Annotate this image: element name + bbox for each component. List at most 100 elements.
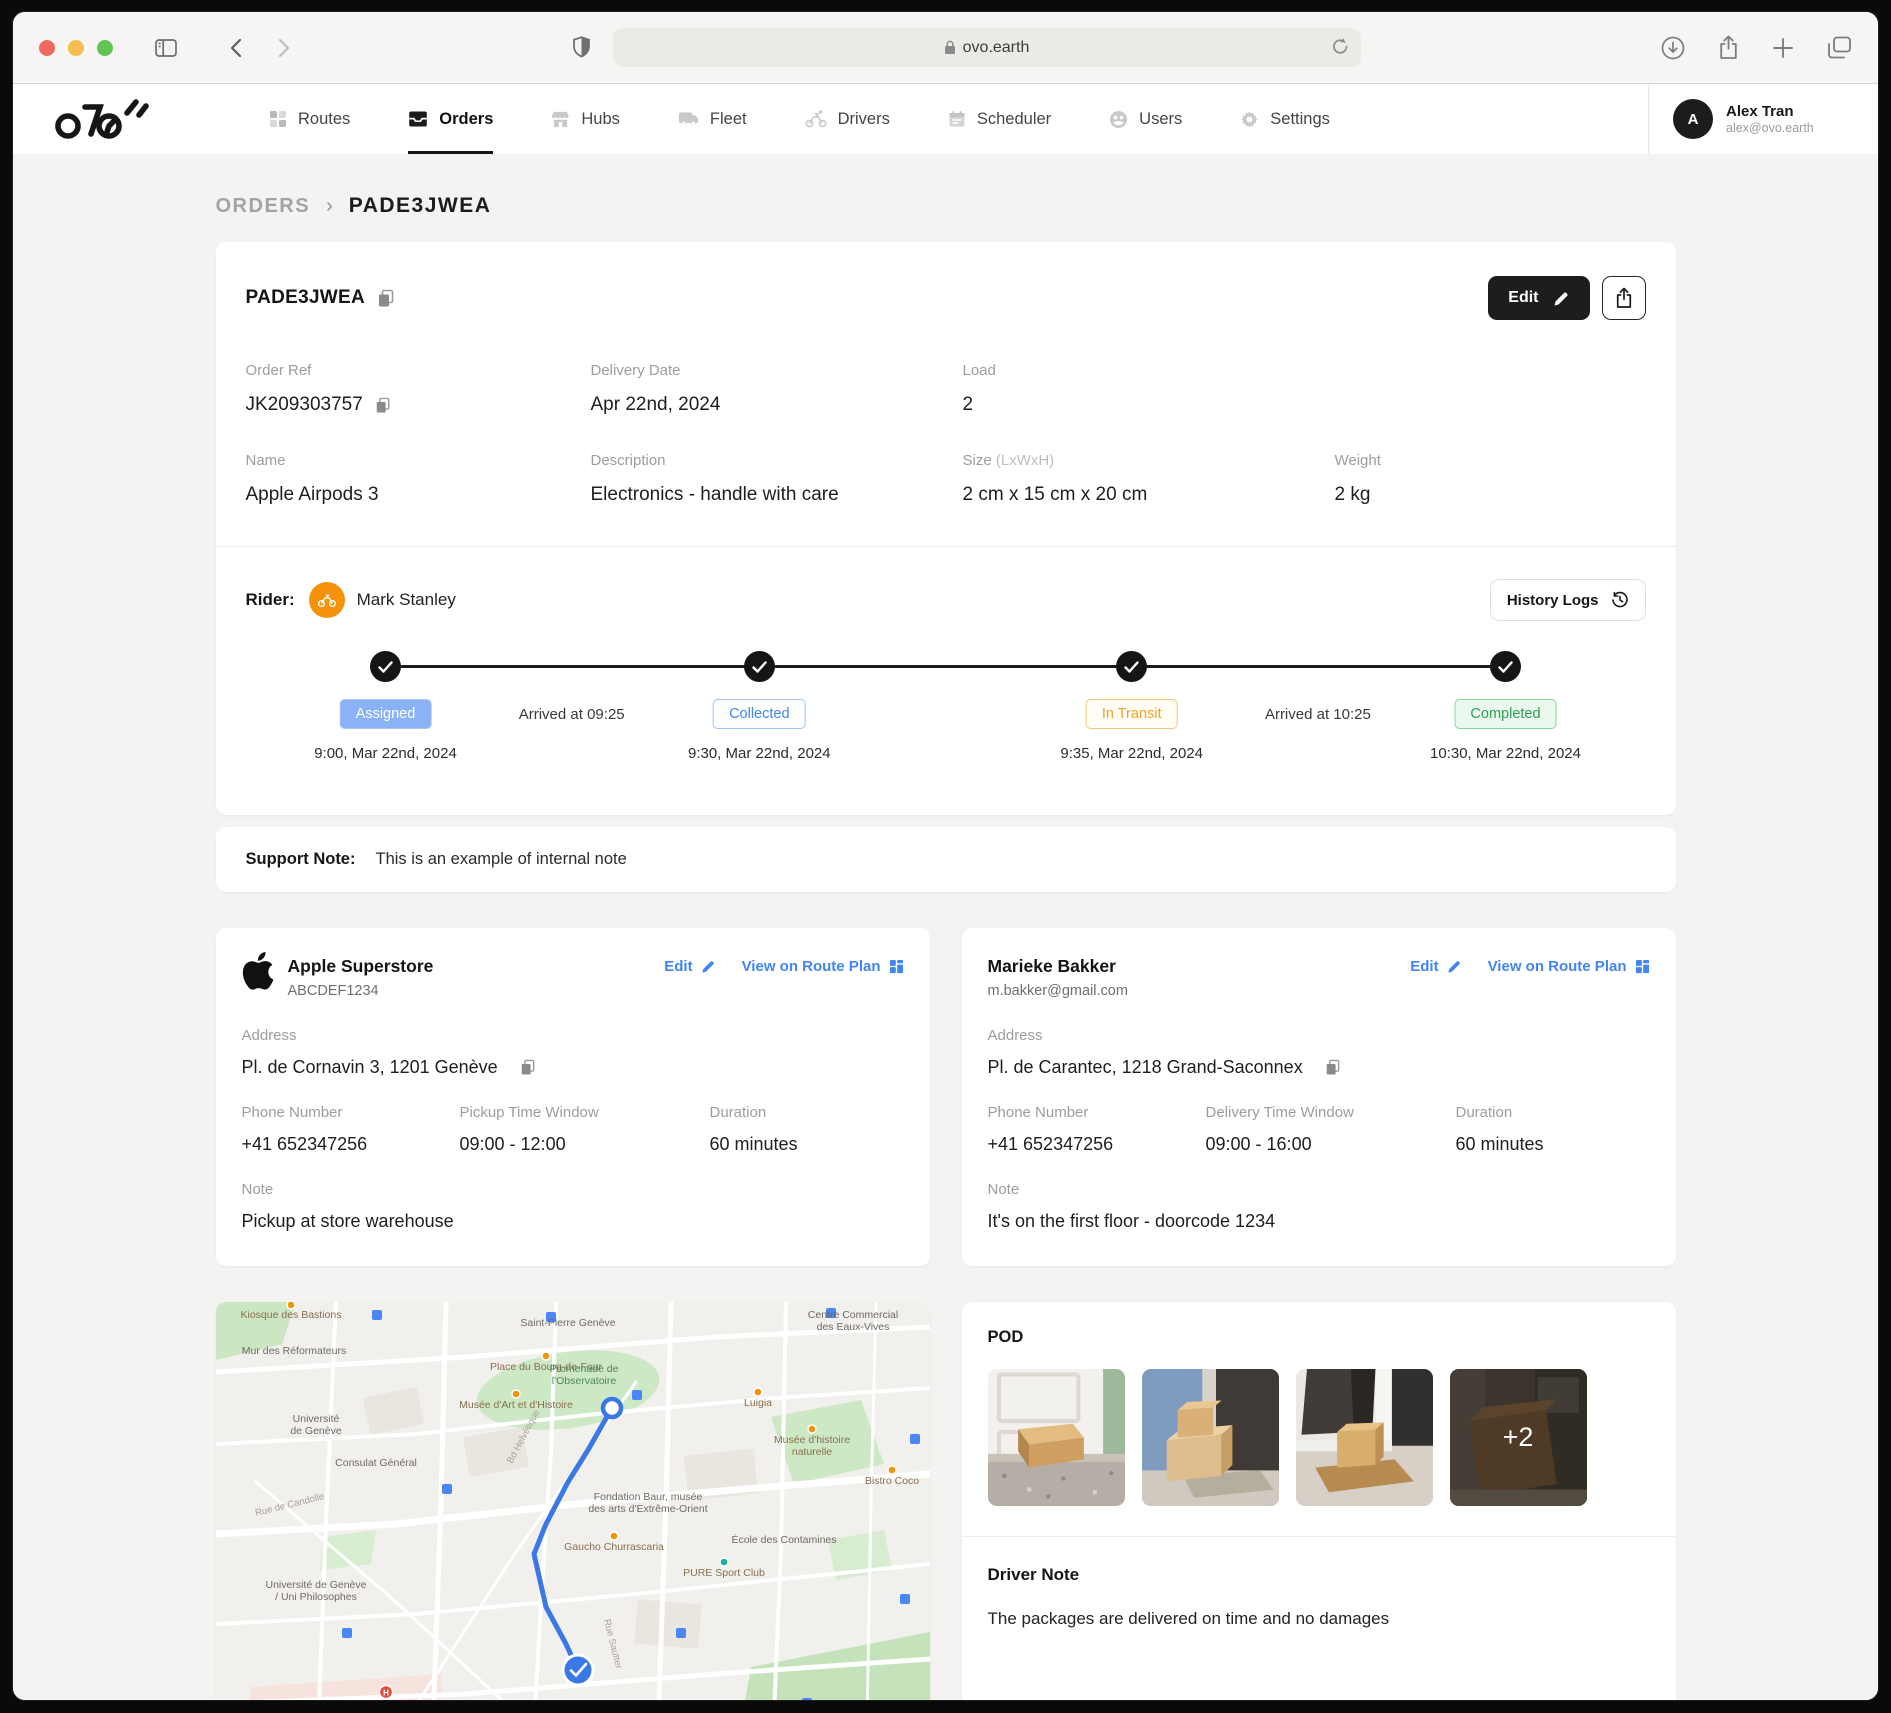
pickup-route-plan-link[interactable]: View on Route Plan: [742, 958, 904, 975]
copy-order-id-icon[interactable]: [377, 289, 394, 308]
delivery-window-value: 09:00 - 16:00: [1206, 1134, 1456, 1155]
map-label: Kiosque des Bastions: [240, 1309, 341, 1321]
pickup-time-window: Pickup Time Window 09:00 - 12:00: [460, 1104, 710, 1155]
delivery-time-window: Delivery Time Window 09:00 - 16:00: [1206, 1104, 1456, 1155]
browser-window: ovo.earth: [13, 12, 1878, 1700]
pod-photo-2[interactable]: [1142, 1369, 1279, 1506]
share-order-icon: [1615, 287, 1633, 309]
share-order-button[interactable]: [1602, 276, 1646, 320]
support-note-text: This is an example of internal note: [375, 850, 626, 869]
forward-button[interactable]: [278, 38, 291, 58]
ovo-logo[interactable]: [53, 84, 149, 154]
pickup-card: Apple Superstore ABCDEF1234 Edit View on…: [216, 928, 930, 1266]
size-value: 2 cm x 15 cm x 20 cm: [963, 484, 1335, 506]
zoom-window-button[interactable]: [97, 40, 113, 56]
settings-icon: [1240, 110, 1259, 129]
breadcrumb-current: PADE3JWEA: [349, 194, 492, 218]
driver-note-label: Driver Note: [988, 1565, 1650, 1585]
tab-overview-icon[interactable]: [1827, 35, 1852, 60]
copy-pickup-address-icon[interactable]: [520, 1059, 535, 1076]
bicycle-icon: [316, 592, 338, 608]
nav-item-orders[interactable]: Orders: [408, 84, 493, 154]
route-map[interactable]: H Kiosque des Bastions Mur des Réformate…: [216, 1302, 930, 1700]
order-timeline: Assigned 9:00, Mar 22nd, 2024 Arrived at…: [246, 651, 1646, 775]
timeline-date: 9:30, Mar 22nd, 2024: [688, 745, 831, 762]
driver-note-text: The packages are delivered on time and n…: [988, 1609, 1650, 1629]
timeline-note: Arrived at 09:25: [519, 699, 625, 723]
map-label: Musée d'Art et d'Histoire: [459, 1399, 573, 1411]
pickup-window-label: Pickup Time Window: [460, 1104, 710, 1121]
pod-photo-4[interactable]: +2: [1450, 1369, 1587, 1506]
field-label: Delivery Date: [591, 362, 963, 379]
map-label: École des Contamines: [731, 1533, 836, 1546]
timeline-event-collected: Collected 9:30, Mar 22nd, 2024: [688, 699, 831, 762]
privacy-shield-icon[interactable]: [572, 36, 591, 59]
delivery-route-plan-link[interactable]: View on Route Plan: [1488, 958, 1650, 975]
pod-more-overlay[interactable]: +2: [1450, 1369, 1587, 1506]
map-label: naturelle: [791, 1446, 831, 1458]
route-start-marker[interactable]: [603, 1399, 621, 1417]
timeline-event-in-transit: In Transit 9:35, Mar 22nd, 2024: [1060, 699, 1203, 762]
user-menu[interactable]: A Alex Tran alex@ovo.earth: [1648, 84, 1878, 154]
description-value: Electronics - handle with care: [591, 484, 963, 506]
routes-icon: [269, 110, 287, 128]
timeline-event-arrived-1: Arrived at 09:25: [519, 699, 625, 723]
route-end-marker[interactable]: [563, 1655, 593, 1685]
delivery-duration: Duration 60 minutes: [1456, 1104, 1650, 1155]
map-label: l'Observatoire: [551, 1375, 616, 1387]
copy-order-ref-icon[interactable]: [375, 397, 390, 414]
pod-photo-3[interactable]: [1296, 1369, 1433, 1506]
timeline-event-completed: Completed 10:30, Mar 22nd, 2024: [1430, 699, 1581, 762]
downloads-icon[interactable]: [1661, 35, 1685, 60]
reload-icon[interactable]: [1332, 37, 1349, 56]
new-tab-icon[interactable]: [1772, 35, 1794, 60]
nav-item-settings[interactable]: Settings: [1240, 84, 1330, 154]
nav-item-users[interactable]: Users: [1109, 84, 1182, 154]
field-weight: Weight 2 kg: [1335, 452, 1646, 506]
timeline-date: 10:30, Mar 22nd, 2024: [1430, 745, 1581, 762]
back-button[interactable]: [229, 38, 242, 58]
pickup-phone: Phone Number +41 652347256: [242, 1104, 460, 1155]
nav-item-scheduler[interactable]: Scheduler: [948, 84, 1051, 154]
nav-label-drivers: Drivers: [838, 110, 890, 129]
field-order-ref: Order Ref JK209303757: [246, 362, 591, 416]
breadcrumb: ORDERS › PADE3JWEA: [216, 194, 1676, 218]
field-label: Weight: [1335, 452, 1646, 469]
pickup-edit-link[interactable]: Edit: [664, 958, 715, 975]
nav-item-fleet[interactable]: Fleet: [678, 84, 747, 154]
edit-order-button[interactable]: Edit: [1488, 276, 1589, 320]
page-content: ORDERS › PADE3JWEA PADE3JWEA Edit: [13, 154, 1878, 1700]
sidebar-toggle-icon[interactable]: [155, 39, 177, 57]
minimize-window-button[interactable]: [68, 40, 84, 56]
timeline-node-assigned: [370, 651, 401, 682]
pickup-address-label: Address: [242, 1027, 904, 1044]
pencil-icon: [1447, 959, 1462, 974]
field-label: Name: [246, 452, 591, 469]
nav-item-routes[interactable]: Routes: [269, 84, 350, 154]
nav-item-drivers[interactable]: Drivers: [805, 84, 890, 154]
timeline-date: 9:00, Mar 22nd, 2024: [314, 745, 457, 762]
share-icon[interactable]: [1718, 35, 1739, 60]
close-window-button[interactable]: [39, 40, 55, 56]
breadcrumb-orders-link[interactable]: ORDERS: [216, 195, 311, 218]
order-ref-value: JK209303757: [246, 394, 363, 416]
browser-chrome: ovo.earth: [13, 12, 1878, 84]
scheduler-icon: [948, 110, 966, 128]
hubs-icon: [551, 110, 570, 129]
timeline-event-assigned: Assigned 9:00, Mar 22nd, 2024: [314, 699, 457, 762]
pickup-duration-label: Duration: [710, 1104, 904, 1121]
drivers-icon: [805, 110, 827, 128]
pod-photo-1[interactable]: [988, 1369, 1125, 1506]
svg-text:H: H: [383, 1689, 389, 1698]
pickup-note-label: Note: [242, 1181, 904, 1198]
delivery-edit-link[interactable]: Edit: [1410, 958, 1461, 975]
map-label: des Eaux-Vives: [816, 1321, 889, 1333]
copy-delivery-address-icon[interactable]: [1325, 1059, 1340, 1076]
history-logs-button[interactable]: History Logs: [1490, 579, 1646, 621]
field-load: Load 2: [963, 362, 1335, 416]
delivery-phone-label: Phone Number: [988, 1104, 1206, 1121]
nav-item-hubs[interactable]: Hubs: [551, 84, 620, 154]
map-label: des arts d'Extrême-Orient: [588, 1503, 707, 1515]
address-bar[interactable]: ovo.earth: [613, 28, 1361, 67]
rider-name: Mark Stanley: [357, 590, 456, 610]
